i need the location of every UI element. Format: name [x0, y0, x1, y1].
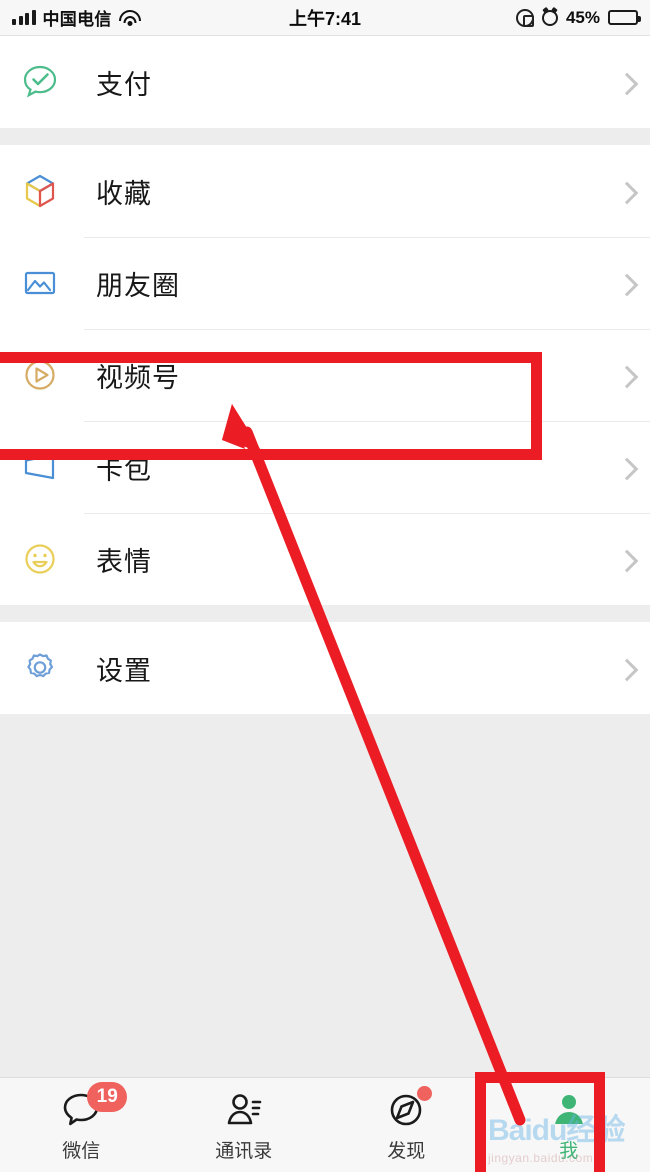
chevron-right-icon: [618, 551, 634, 567]
menu-row-pay[interactable]: 支付: [0, 36, 650, 128]
menu-row-label: 朋友圈: [96, 270, 180, 302]
unread-badge: 19: [87, 1081, 128, 1112]
cards-icon: [14, 441, 66, 493]
status-bar-right: 45%: [515, 7, 641, 28]
menu-group-settings: 设置: [0, 622, 650, 714]
stickers-icon: [14, 533, 66, 585]
chevron-right-icon: [618, 74, 634, 90]
alarm-clock-icon: [541, 9, 558, 26]
favorites-icon: [14, 165, 66, 217]
tab-label: 发现: [387, 1139, 426, 1162]
tab-wechat[interactable]: 19 微信: [0, 1078, 163, 1172]
moments-icon: [14, 257, 66, 309]
menu-row-label: 表情: [96, 546, 152, 578]
pay-icon: [14, 56, 66, 108]
chevron-right-icon: [618, 183, 634, 199]
chevron-right-icon: [618, 660, 634, 676]
menu-group-pay: 支付: [0, 36, 650, 128]
tab-me[interactable]: 我: [488, 1078, 650, 1172]
menu-row-label: 收藏: [96, 178, 152, 210]
status-bar: 中国电信 上午7:41 45%: [0, 0, 650, 36]
tab-contacts[interactable]: 通讯录: [163, 1078, 326, 1172]
empty-space: [0, 714, 650, 1034]
carrier-label: 中国电信: [42, 10, 112, 29]
menu-row-stickers[interactable]: 表情: [0, 513, 650, 605]
menu-row-channels[interactable]: 视频号: [0, 329, 650, 421]
rotation-lock-icon: [515, 8, 534, 27]
menu-row-label: 卡包: [96, 454, 152, 486]
battery-percent-label: 45%: [565, 7, 600, 27]
compass-icon: [384, 1085, 433, 1132]
chevron-right-icon: [618, 459, 634, 475]
menu-row-favorites[interactable]: 收藏: [0, 145, 650, 237]
menu-row-label: 支付: [96, 69, 152, 101]
notification-dot: [417, 1085, 433, 1101]
wifi-icon: [118, 9, 141, 26]
tab-discover[interactable]: 发现: [325, 1078, 488, 1172]
group-separator: [0, 605, 650, 622]
bottom-tab-bar: 19 微信 通讯录 发现 我: [0, 1077, 650, 1172]
battery-icon: [608, 10, 641, 25]
channels-icon: [14, 349, 66, 401]
tab-label: 微信: [62, 1139, 101, 1162]
group-separator: [0, 128, 650, 145]
menu-group-main: 收藏 朋友圈 视频号 卡包 表情: [0, 145, 650, 605]
signal-bars-icon: [12, 10, 36, 25]
chevron-right-icon: [618, 275, 634, 291]
menu-row-label: 设置: [96, 655, 152, 687]
profile-menu-list: 支付 收藏 朋友圈 视频号 卡包 表情 设置: [0, 36, 650, 1034]
chevron-right-icon: [618, 367, 634, 383]
chat-bubble-icon: 19: [59, 1081, 128, 1132]
person-icon: [547, 1088, 591, 1132]
contacts-icon: [222, 1088, 266, 1132]
status-bar-left: 中国电信: [12, 5, 141, 30]
settings-gear-icon: [14, 642, 66, 694]
menu-row-cards[interactable]: 卡包: [0, 421, 650, 513]
menu-row-label: 视频号: [96, 362, 180, 394]
menu-row-settings[interactable]: 设置: [0, 622, 650, 714]
tab-label: 通讯录: [215, 1139, 273, 1162]
tab-label: 我: [559, 1139, 579, 1162]
menu-row-moments[interactable]: 朋友圈: [0, 237, 650, 329]
